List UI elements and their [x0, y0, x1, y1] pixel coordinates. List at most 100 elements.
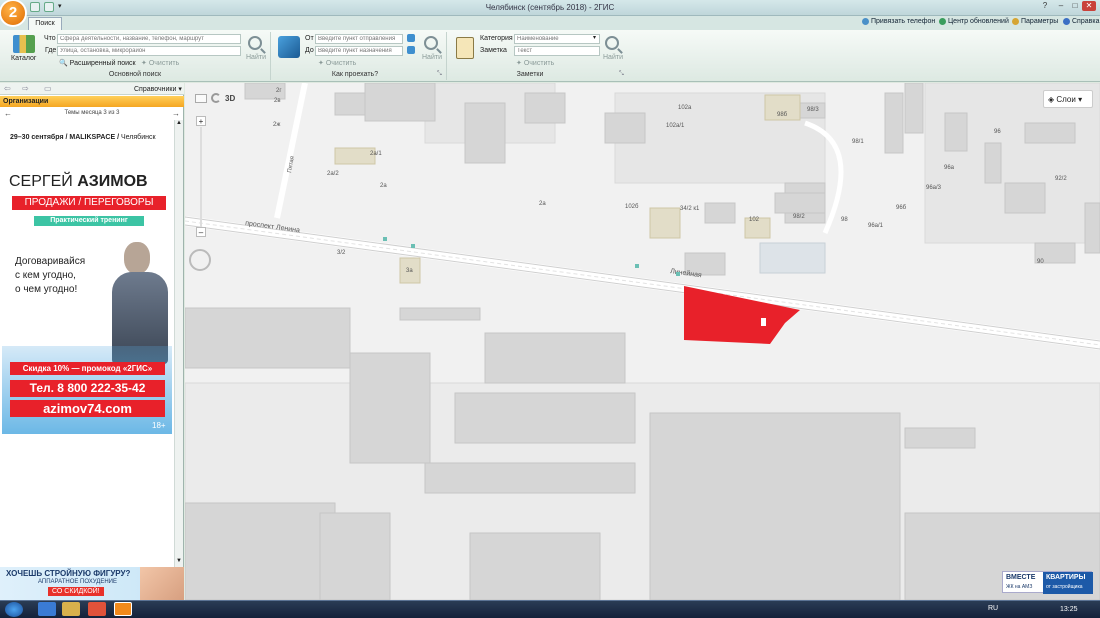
- ad-speaker-name: СЕРГЕЙ АЗИМОВ: [9, 173, 148, 190]
- layers-button[interactable]: ◈ Слои ▾: [1043, 90, 1093, 108]
- ad-site: azimov74.com: [10, 400, 165, 417]
- layers-icon: ◈: [1048, 95, 1055, 104]
- refresh-icon: [939, 18, 946, 25]
- ad-brand: MALIKSPACE: [69, 134, 116, 141]
- route-find-button[interactable]: Найти: [422, 54, 442, 61]
- building-label: 3/2: [337, 250, 346, 256]
- building-label: 2ж: [273, 122, 280, 128]
- back-quick-icon[interactable]: [30, 2, 40, 12]
- 2gis-taskbar-icon[interactable]: [114, 602, 132, 616]
- notes-clipboard-icon[interactable]: [456, 37, 474, 59]
- link-help[interactable]: Справка: [1063, 18, 1099, 25]
- category-dropdown-icon[interactable]: ▾: [593, 34, 596, 41]
- building-label: 34/2 к1: [680, 206, 700, 212]
- zoom-out-button[interactable]: –: [196, 227, 206, 237]
- app-logo[interactable]: 2: [1, 1, 25, 25]
- search-icon[interactable]: [248, 36, 262, 50]
- start-button[interactable]: [5, 602, 23, 617]
- to-input[interactable]: [315, 46, 403, 56]
- ad-sales-banner: ПРОДАЖИ / ПЕРЕГОВОРЫ: [12, 196, 166, 210]
- map-canvas[interactable]: проспект Ленина Линейная Пятая 2г 2в 2ж …: [185, 83, 1100, 600]
- to-label: До: [305, 47, 314, 54]
- from-input[interactable]: [315, 34, 403, 44]
- zoom-in-button[interactable]: +: [196, 116, 206, 126]
- clock[interactable]: 13:25: [1060, 606, 1078, 613]
- ribbon-separator: [446, 32, 447, 80]
- building-label: 98б: [777, 112, 788, 118]
- ribbon-separator: [270, 32, 271, 80]
- pin-from-icon[interactable]: [407, 34, 415, 42]
- print-icon[interactable]: ▭: [44, 84, 52, 93]
- pin-to-icon[interactable]: [407, 46, 415, 54]
- ad2-subline: АППАРАТНОЕ ПОХУДЕНИЕ: [38, 579, 117, 585]
- help-window-icon[interactable]: ?: [1038, 1, 1052, 11]
- building-label: 98/2: [793, 214, 805, 220]
- left-panel-scrollbar[interactable]: ▲ ▼: [174, 120, 183, 567]
- note-input[interactable]: [514, 46, 600, 56]
- maximize-icon[interactable]: □: [1068, 1, 1082, 11]
- scroll-up-icon[interactable]: ▲: [176, 120, 182, 126]
- minimize-icon[interactable]: –: [1054, 1, 1068, 11]
- quick-access-dropdown-icon[interactable]: ▾: [58, 2, 64, 12]
- building-label: 96: [994, 129, 1001, 135]
- building-label: 98/1: [852, 139, 864, 145]
- catalog-label[interactable]: Каталог: [11, 55, 36, 62]
- close-icon[interactable]: ✕: [1082, 1, 1096, 11]
- note-label: Заметка: [480, 47, 507, 54]
- link-params[interactable]: Параметры: [1012, 18, 1058, 25]
- ie-icon[interactable]: [38, 602, 56, 616]
- route-expand-icon[interactable]: ⤡: [437, 71, 442, 78]
- what-input[interactable]: [57, 34, 241, 44]
- next-theme-arrow-icon[interactable]: →: [172, 108, 180, 119]
- ad-banner-slim[interactable]: ХОЧЕШЬ СТРОЙНУЮ ФИГУРУ? АППАРАТНОЕ ПОХУД…: [0, 567, 184, 600]
- advanced-search-link[interactable]: 🔍 Расширенный поиск: [59, 59, 136, 67]
- clear-search-button[interactable]: ✦ Очистить: [141, 59, 179, 67]
- taskbar: RU 13:25: [0, 600, 1100, 618]
- ad-banner-azimov[interactable]: 29–30 сентября / MALIKSPACE / Челябинск …: [2, 120, 172, 434]
- chrome-icon[interactable]: [88, 602, 106, 616]
- notes-clear-button[interactable]: ✦ Очистить: [516, 59, 554, 67]
- language-indicator[interactable]: RU: [988, 605, 998, 612]
- gear-icon: [1012, 18, 1019, 25]
- category-select[interactable]: [514, 34, 600, 44]
- directories-dropdown[interactable]: Справочники ▾: [134, 85, 182, 93]
- link-updates[interactable]: Центр обновлений: [939, 18, 1009, 25]
- map-ad-banner[interactable]: ВМЕСТЕ ЖК на АМЗ КВАРТИРЫ от застройщика: [1002, 571, 1093, 594]
- link-phone[interactable]: Привязать телефон: [862, 18, 935, 25]
- 3d-toggle[interactable]: 3D: [225, 94, 235, 103]
- back-arrow-icon[interactable]: ⇦: [4, 84, 11, 93]
- route-clear-button[interactable]: ✦ Очистить: [318, 59, 356, 67]
- catalog-icon[interactable]: [13, 35, 35, 53]
- ruler-icon[interactable]: [195, 94, 207, 103]
- notes-search-icon[interactable]: [605, 36, 619, 50]
- forward-arrow-icon[interactable]: ⇨: [22, 84, 29, 93]
- themes-label: Темы месяца 3 из 3: [64, 110, 120, 116]
- notes-expand-icon[interactable]: ⤡: [619, 71, 624, 78]
- print-quick-icon[interactable]: [44, 2, 54, 12]
- organizations-header[interactable]: Организации: [0, 96, 184, 107]
- notes-find-button[interactable]: Найти: [603, 54, 623, 61]
- compass-icon[interactable]: [189, 249, 211, 271]
- tab-search[interactable]: Поиск: [28, 17, 62, 30]
- phone-icon: [862, 18, 869, 25]
- zoom-slider[interactable]: [200, 127, 202, 227]
- map-view[interactable]: проспект Ленина Линейная Пятая 2г 2в 2ж …: [185, 83, 1100, 600]
- group-label-main-search: Основной поиск: [108, 71, 162, 78]
- route-search-icon[interactable]: [424, 36, 438, 50]
- explorer-icon[interactable]: [62, 602, 80, 616]
- where-input[interactable]: [57, 46, 241, 56]
- building-label: 96а/1: [868, 223, 884, 229]
- scroll-down-icon[interactable]: ▼: [176, 558, 182, 564]
- building-label: 90: [1037, 259, 1044, 265]
- ad-slogan: Договаривайся с кем угодно, о чем угодно…: [15, 256, 86, 295]
- rotate-icon[interactable]: [211, 93, 221, 103]
- find-button[interactable]: Найти: [246, 54, 266, 61]
- building-label: 98/3: [807, 107, 819, 113]
- from-label: От: [305, 35, 314, 42]
- building-label: 2г: [276, 88, 282, 94]
- ad-training-tag: Практический тренинг: [34, 216, 144, 226]
- ad2-headline: ХОЧЕШЬ СТРОЙНУЮ ФИГУРУ?: [6, 569, 131, 578]
- route-icon[interactable]: [278, 36, 300, 58]
- building-label: 102б: [625, 204, 639, 210]
- prev-theme-arrow-icon[interactable]: ←: [4, 108, 12, 119]
